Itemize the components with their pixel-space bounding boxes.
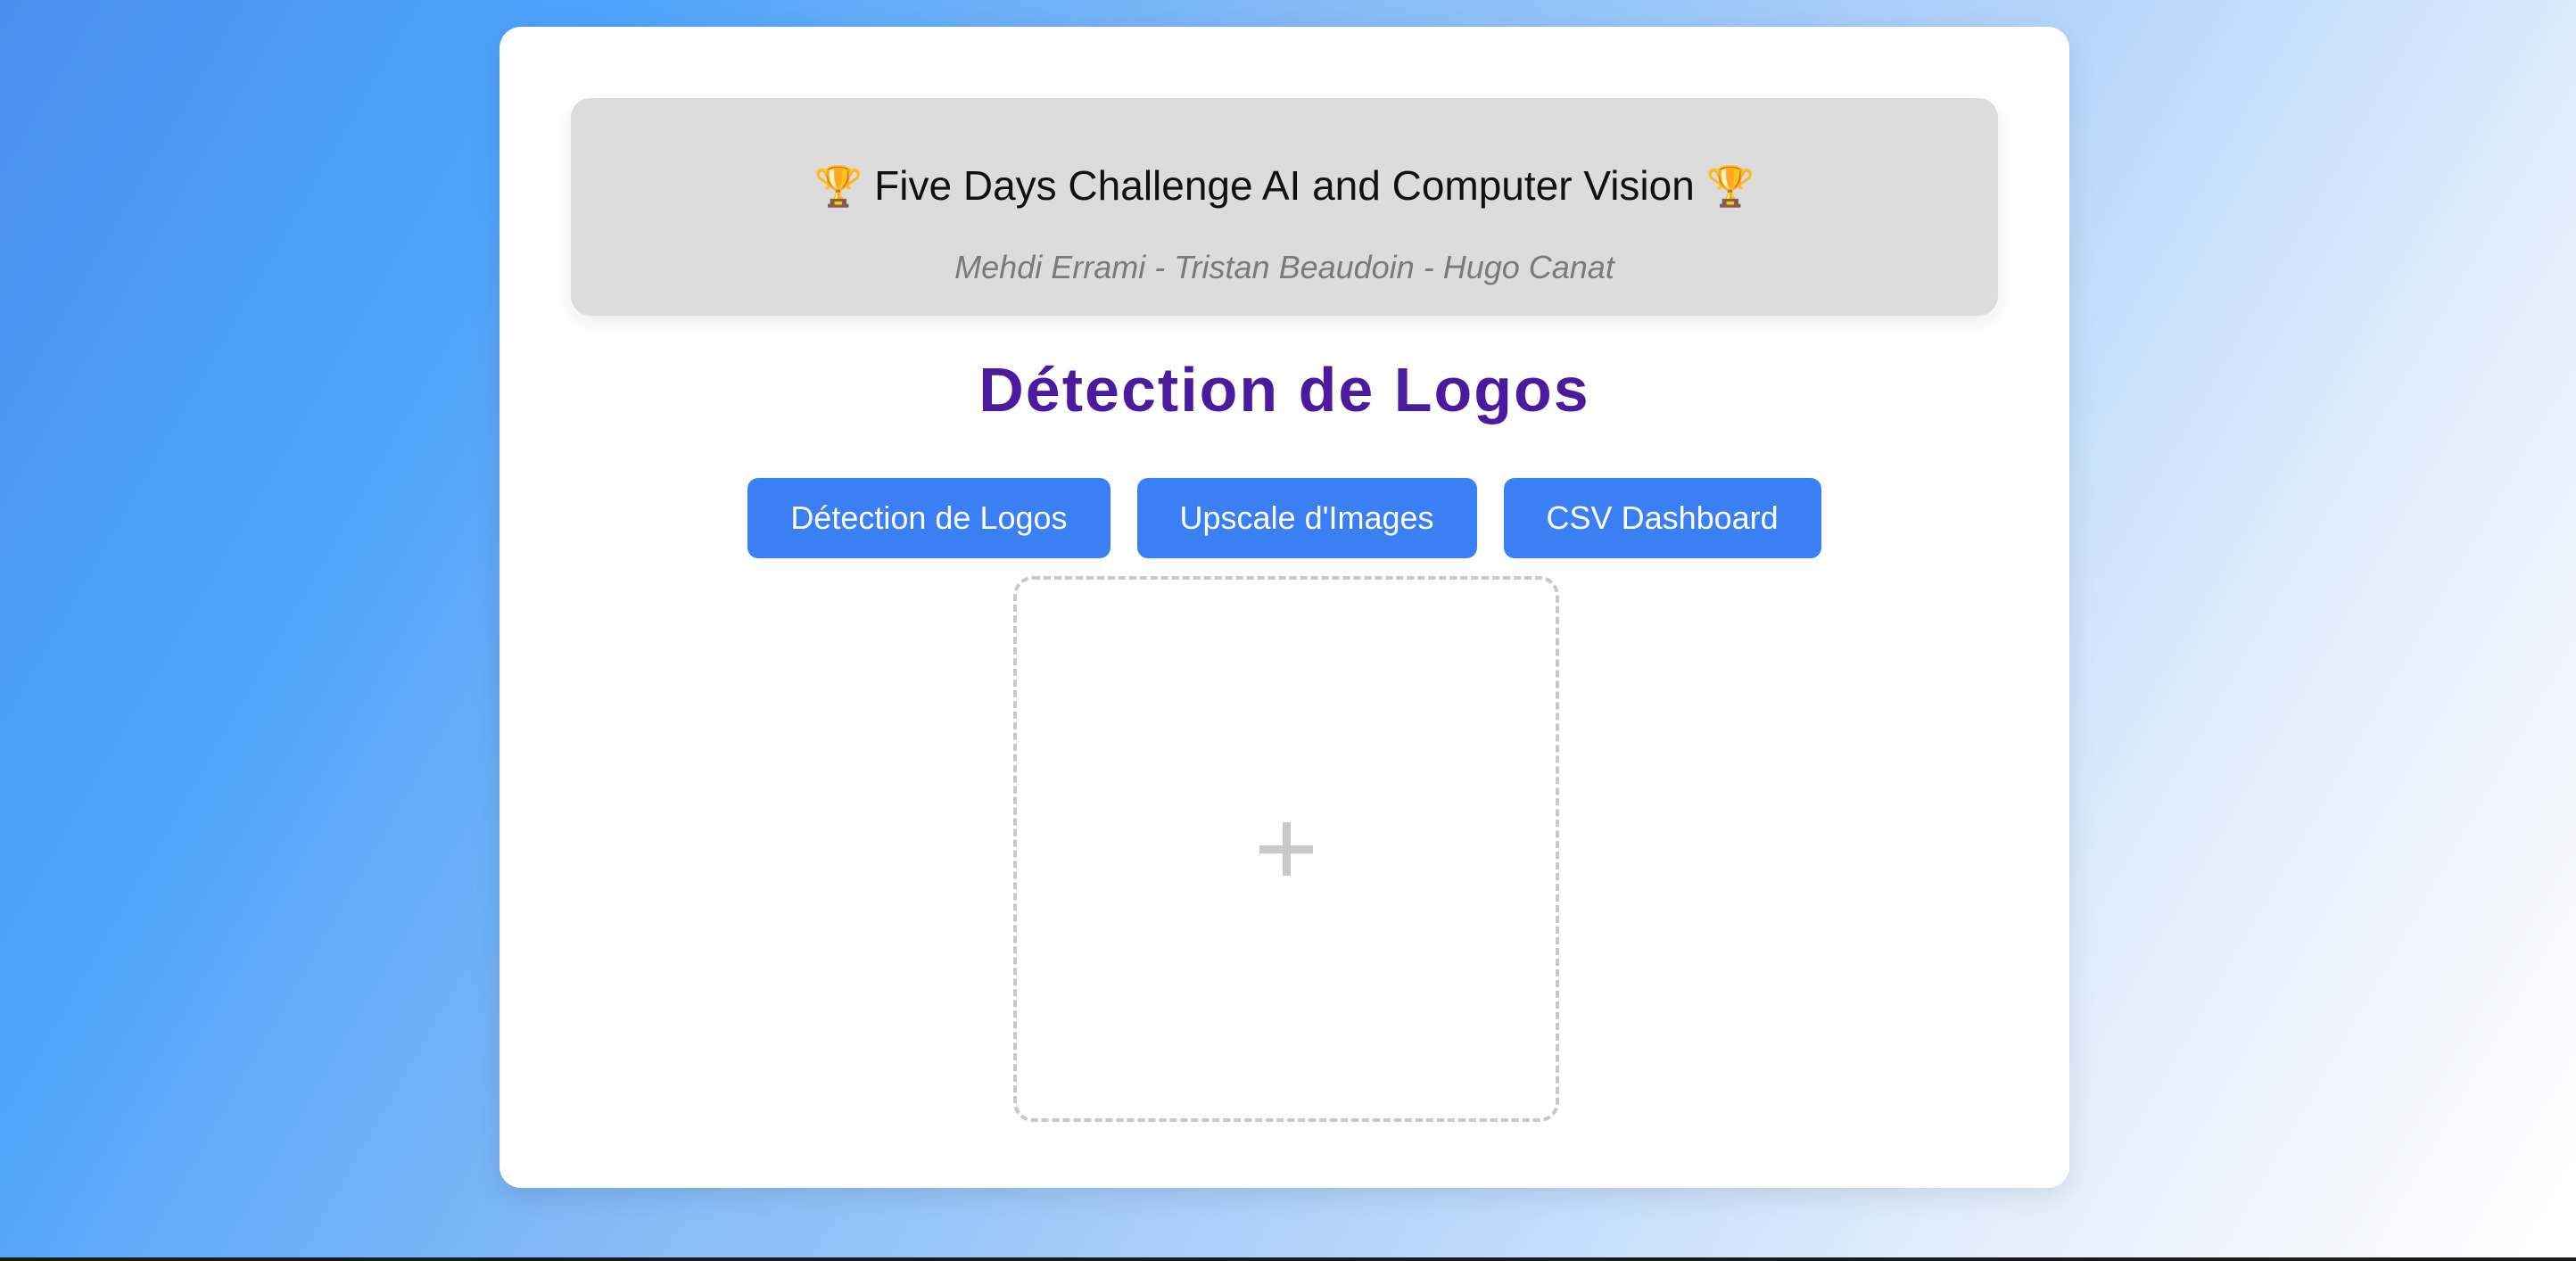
trophy-icon: 🏆 [1705,164,1755,210]
page-title: Détection de Logos [978,355,1590,424]
nav-bar: Détection de Logos Upscale d'Images CSV … [500,478,2069,558]
upscale-images-button[interactable]: Upscale d'Images [1136,478,1477,558]
header-banner: 🏆 Five Days Challenge AI and Computer Vi… [571,98,1998,316]
image-upload-dropzone[interactable] [1013,576,1559,1122]
banner-title-text: Five Days Challenge AI and Computer Visi… [874,162,1695,209]
main-card: 🏆 Five Days Challenge AI and Computer Vi… [500,27,2069,1188]
logo-detection-button[interactable]: Détection de Logos [747,478,1110,558]
bottom-edge-bar [0,1257,2576,1261]
banner-title: 🏆 Five Days Challenge AI and Computer Vi… [571,161,1998,212]
trophy-icon: 🏆 [813,164,863,210]
banner-authors: Mehdi Errami - Tristan Beaudoin - Hugo C… [954,249,1614,285]
plus-icon [1259,822,1313,876]
csv-dashboard-button[interactable]: CSV Dashboard [1503,478,1821,558]
